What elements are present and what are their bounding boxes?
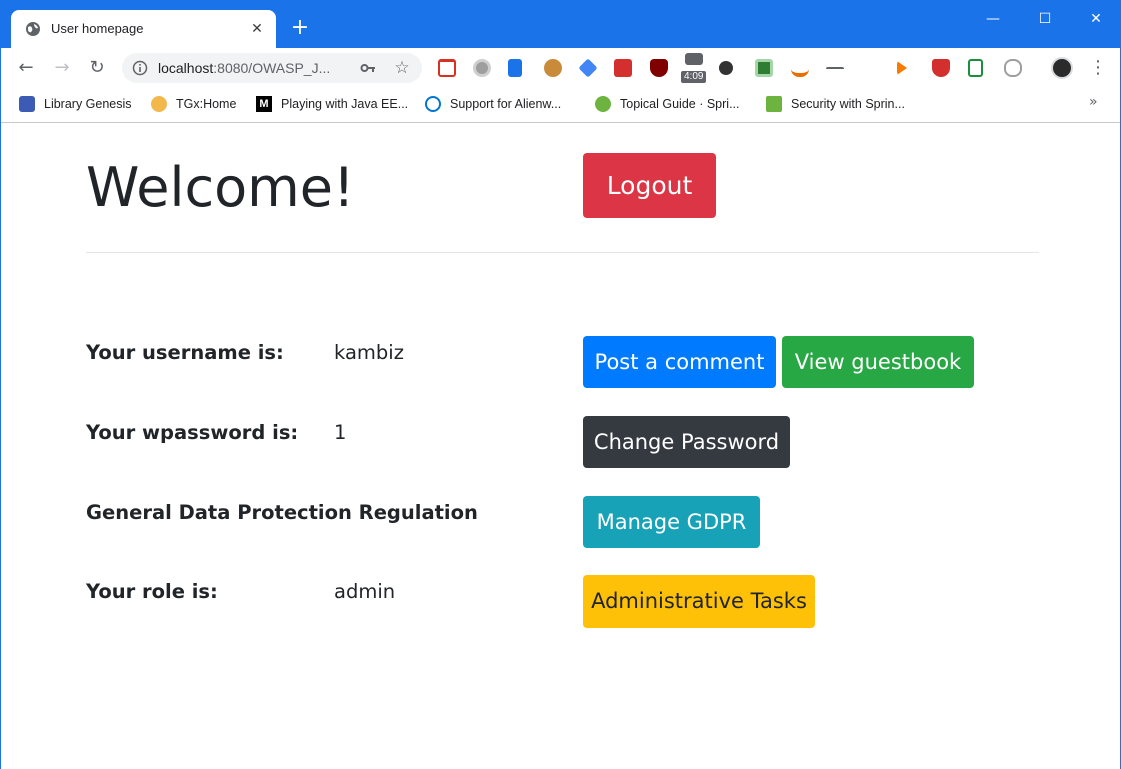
title-bar: User homepage ✕ + — ☐ ✕: [1, 1, 1120, 48]
bookmark-label: Library Genesis: [44, 97, 132, 111]
bookmark-star-icon[interactable]: ☆: [392, 58, 412, 78]
cookie-icon[interactable]: [544, 59, 562, 77]
timer-extension-icon[interactable]: [685, 53, 703, 65]
minimize-button[interactable]: —: [970, 7, 1016, 31]
tab-close-icon[interactable]: ✕: [248, 20, 266, 38]
bookmark-item[interactable]: M Playing with Java EE...: [256, 95, 408, 113]
bookmark-item[interactable]: Library Genesis: [19, 95, 132, 113]
tgx-icon: [151, 96, 167, 112]
spring-icon: [595, 96, 611, 112]
maximize-button[interactable]: ☐: [1022, 7, 1068, 31]
extension-badge-text: 4:09: [684, 71, 704, 82]
browser-tab[interactable]: User homepage ✕: [11, 10, 276, 48]
dell-icon: [425, 96, 441, 112]
bookmark-label: TGx:Home: [176, 97, 237, 111]
file-download-extension-icon[interactable]: [508, 59, 522, 77]
bookmark-label: Support for Alienw...: [450, 97, 562, 111]
bookmark-label: Topical Guide · Spri...: [620, 97, 740, 111]
manage-gdpr-button[interactable]: Manage GDPR: [583, 496, 760, 548]
bookmark-label: Playing with Java EE...: [281, 97, 409, 111]
url-host: localhost: [158, 60, 214, 76]
play-extension-icon[interactable]: [897, 61, 907, 75]
bookmarks-overflow-icon[interactable]: »: [1089, 94, 1098, 110]
browser-menu-icon[interactable]: ⋮: [1089, 56, 1107, 80]
browser-window: User homepage ✕ + — ☐ ✕ ← → ↻ localhost:…: [0, 0, 1121, 769]
password-label: Your wpassword is:: [86, 421, 299, 444]
view-guestbook-button[interactable]: View guestbook: [782, 336, 974, 388]
globe-icon: [26, 22, 40, 36]
grey-circle-extension-icon[interactable]: [473, 59, 491, 77]
key-icon[interactable]: [360, 60, 376, 76]
bookmark-item[interactable]: Support for Alienw...: [425, 95, 561, 113]
bubbles-extension-icon[interactable]: [719, 61, 733, 75]
java-icon[interactable]: [791, 59, 809, 77]
password-value: 1: [334, 421, 347, 444]
back-button[interactable]: ←: [13, 55, 39, 81]
page-title: Welcome!: [86, 156, 355, 219]
info-icon[interactable]: [132, 60, 148, 76]
username-label: Your username is:: [86, 341, 284, 364]
csp-shield-icon[interactable]: [932, 59, 950, 77]
change-password-button[interactable]: Change Password: [583, 416, 790, 468]
bookmark-item[interactable]: TGx:Home: [151, 95, 236, 113]
page-content: Welcome! Logout Your username is: kambiz…: [1, 124, 1120, 769]
gmail-icon[interactable]: [438, 59, 456, 77]
sheet-extension-icon[interactable]: [968, 59, 983, 77]
divider: [86, 252, 1039, 253]
nls-extension-icon[interactable]: [861, 59, 879, 77]
spring-leaf-icon: [766, 96, 782, 112]
new-tab-button[interactable]: +: [288, 17, 312, 41]
url-path: :8080/OWASP_J...: [213, 60, 331, 76]
tab-title: User homepage: [51, 21, 144, 36]
browser-toolbar: ← → ↻ localhost:8080/OWASP_J... ☆ ⋮: [1, 48, 1120, 88]
close-window-button[interactable]: ✕: [1073, 7, 1119, 31]
role-label: Your role is:: [86, 580, 218, 603]
username-value: kambiz: [334, 341, 404, 364]
scissors-extension-icon[interactable]: [826, 67, 844, 71]
bookmark-item[interactable]: Security with Sprin...: [766, 95, 905, 113]
address-bar[interactable]: localhost:8080/OWASP_J... ☆: [122, 53, 422, 83]
administrative-tasks-button[interactable]: Administrative Tasks: [583, 575, 815, 628]
medium-icon: M: [256, 96, 272, 112]
role-value: admin: [334, 580, 396, 603]
mouse-extension-icon[interactable]: [1004, 59, 1022, 77]
graduation-cap-icon[interactable]: [578, 58, 598, 78]
forward-button[interactable]: →: [49, 55, 75, 81]
bookmark-item[interactable]: Topical Guide · Spri...: [595, 95, 740, 113]
bookmark-label: Security with Sprin...: [791, 97, 905, 111]
gdpr-label: General Data Protection Regulation: [86, 501, 478, 524]
reload-button[interactable]: ↻: [84, 55, 110, 81]
logout-button[interactable]: Logout: [583, 153, 716, 218]
profile-avatar[interactable]: [1051, 57, 1073, 79]
lastpass-icon[interactable]: [614, 59, 632, 77]
post-comment-button[interactable]: Post a comment: [583, 336, 776, 388]
url-text[interactable]: localhost:8080/OWASP_J...: [158, 60, 330, 76]
green-square-extension-icon[interactable]: [755, 59, 773, 77]
bookmarks-bar: Library Genesis TGx:Home M Playing with …: [1, 88, 1120, 123]
ublock-icon[interactable]: [650, 59, 668, 77]
library-genesis-icon: [19, 96, 35, 112]
extension-badge: 4:09: [681, 71, 707, 83]
